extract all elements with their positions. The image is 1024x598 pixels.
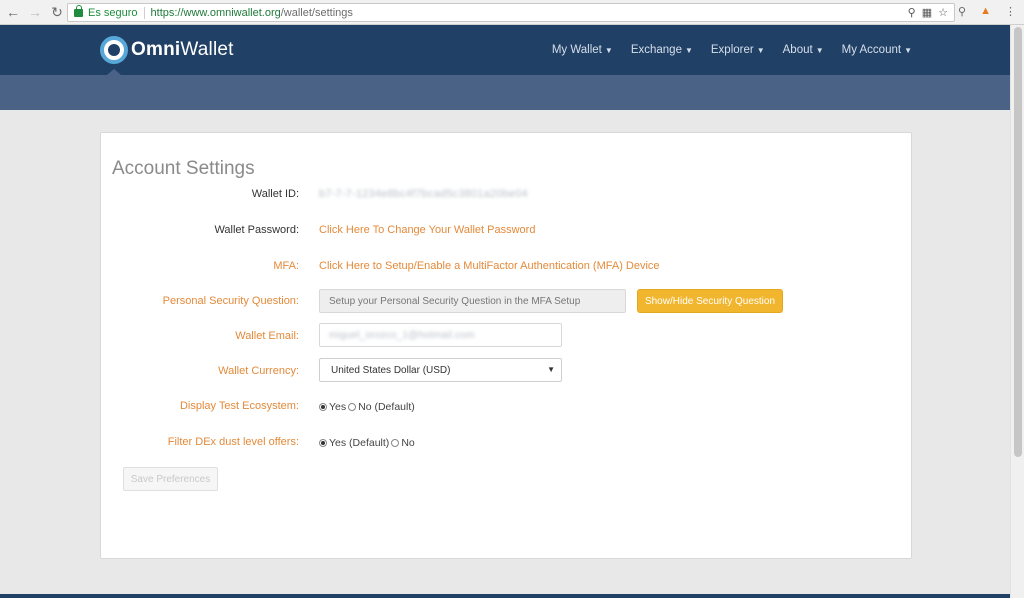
wallet-password-label: Wallet Password:: [214, 224, 299, 236]
nav-my-wallet[interactable]: My Wallet ▼: [552, 44, 613, 56]
browser-menu-icon[interactable]: ⋮: [1005, 5, 1016, 18]
url-path: /wallet/settings: [280, 6, 353, 19]
sub-banner: [0, 75, 1010, 110]
address-bar[interactable]: Es seguro https://www.omniwallet.org/wal…: [67, 3, 955, 22]
nav-exchange[interactable]: Exchange ▼: [631, 44, 693, 56]
lock-icon: [74, 4, 83, 17]
translate-icon[interactable]: ▦: [922, 6, 932, 19]
security-question-field[interactable]: Setup your Personal Security Question in…: [319, 289, 626, 313]
wallet-email-row: Wallet Email: miguel_orozco_1@hotmail.co…: [101, 323, 911, 347]
filter-dex-row: Filter DEx dust level offers: Yes (Defau…: [101, 434, 911, 458]
page-title: Account Settings: [112, 158, 255, 179]
filter-dex-label: Filter DEx dust level offers:: [167, 436, 299, 448]
radio-selected-icon[interactable]: [319, 403, 327, 411]
currency-selected-value: United States Dollar (USD): [331, 364, 451, 376]
browser-toolbar: ← → ↻ Es seguro https://www.omniwallet.o…: [0, 0, 1024, 25]
omniwallet-logo[interactable]: OmniWallet: [100, 36, 234, 64]
bookmark-star-icon[interactable]: ☆: [938, 6, 948, 19]
nav-explorer[interactable]: Explorer ▼: [711, 44, 765, 56]
filter-dex-radio-group: Yes (Default) No: [319, 437, 417, 449]
nav-my-account[interactable]: My Account ▼: [842, 44, 912, 56]
dropdown-arrow-icon: ▼: [547, 365, 555, 374]
chevron-down-icon: ▼: [604, 45, 613, 55]
save-preferences-button[interactable]: Save Preferences: [123, 467, 218, 491]
address-divider: [143, 6, 145, 19]
key-icon[interactable]: ⚲: [908, 6, 916, 19]
site-header: OmniWallet My Wallet ▼ Exchange ▼ Explorer…: [0, 25, 1010, 75]
main-nav: My Wallet ▼ Exchange ▼ Explorer ▼ About ▼ My…: [552, 25, 912, 75]
chevron-down-icon: ▼: [815, 45, 824, 55]
url-host: https://www.omniwallet.org: [150, 6, 281, 19]
wallet-id-label: Wallet ID:: [251, 188, 299, 200]
reload-icon[interactable]: ↻: [48, 4, 66, 21]
display-test-label: Display Test Ecosystem:: [179, 400, 299, 412]
chevron-down-icon: ▼: [684, 45, 693, 55]
wallet-id-row: Wallet ID: b7-7-7-1234e8bc4f7bcad5c3801a…: [101, 183, 911, 207]
back-arrow-icon[interactable]: ←: [4, 4, 22, 20]
security-question-row: Personal Security Question: Setup your P…: [101, 289, 911, 313]
forward-arrow-icon[interactable]: →: [26, 4, 44, 20]
logo-text: OmniWallet: [131, 39, 234, 60]
extension-location-icon[interactable]: ⚲: [958, 5, 966, 18]
wallet-currency-label: Wallet Currency:: [218, 365, 299, 377]
display-test-row: Display Test Ecosystem: Yes No (Default): [101, 398, 911, 422]
extension-flame-icon[interactable]: ▲: [980, 5, 991, 18]
omni-logo-icon: [100, 36, 128, 64]
change-password-link[interactable]: Click Here To Change Your Wallet Passwor…: [319, 224, 535, 236]
mfa-label: MFA:: [273, 260, 299, 272]
chevron-down-icon: ▼: [756, 45, 765, 55]
settings-panel: Account Settings Wallet ID: b7-7-7-1234e…: [100, 132, 912, 559]
secure-label: Es seguro: [88, 6, 138, 19]
radio-selected-icon[interactable]: [319, 439, 327, 447]
wallet-currency-select[interactable]: United States Dollar (USD) ▼: [319, 358, 562, 382]
setup-mfa-link[interactable]: Click Here to Setup/Enable a MultiFactor…: [319, 260, 660, 272]
wallet-email-field[interactable]: miguel_orozco_1@hotmail.com: [319, 323, 562, 347]
display-test-radio-group: Yes No (Default): [319, 401, 417, 413]
chevron-down-icon: ▼: [904, 45, 912, 55]
nav-about[interactable]: About ▼: [783, 44, 824, 56]
wallet-password-row: Wallet Password: Click Here To Change Yo…: [101, 219, 911, 243]
radio-unselected-icon[interactable]: [348, 403, 357, 411]
wallet-id-value: b7-7-7-1234e8bc4f7bcad5c3801a20be04: [319, 188, 528, 200]
display-test-no-option[interactable]: No (Default): [348, 401, 415, 413]
footer-edge: [0, 594, 1010, 598]
wallet-currency-row: Wallet Currency: United States Dollar (U…: [101, 358, 911, 382]
filter-dex-yes-option[interactable]: Yes (Default): [319, 437, 389, 449]
filter-dex-no-option[interactable]: No: [391, 437, 415, 449]
active-page-caret: [107, 69, 121, 75]
radio-unselected-icon[interactable]: [391, 439, 400, 447]
wallet-email-value: miguel_orozco_1@hotmail.com: [329, 329, 475, 341]
display-test-yes-option[interactable]: Yes: [319, 401, 346, 413]
scrollbar-thumb[interactable]: [1014, 27, 1022, 457]
mfa-row: MFA: Click Here to Setup/Enable a MultiF…: [101, 255, 911, 279]
show-hide-security-question-button[interactable]: Show/Hide Security Question: [637, 289, 783, 313]
security-question-label: Personal Security Question:: [162, 295, 299, 307]
page-scrollbar[interactable]: [1010, 25, 1024, 598]
wallet-email-label: Wallet Email:: [235, 330, 299, 342]
